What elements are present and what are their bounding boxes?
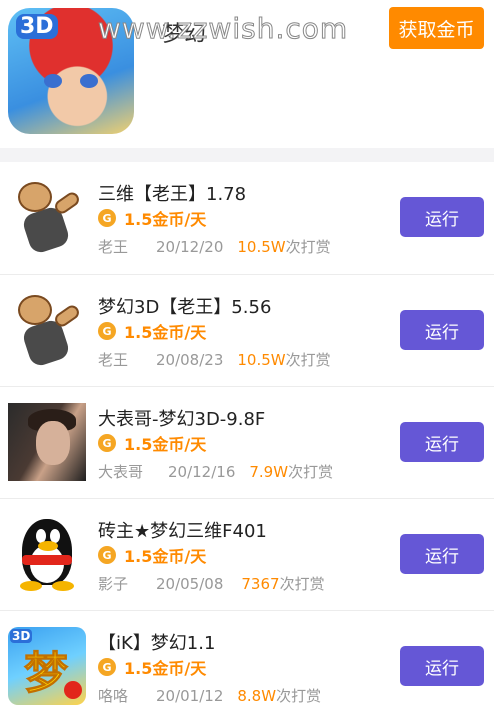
- app-icon-eye-left: [44, 74, 62, 88]
- penguin-avatar-icon: [8, 515, 86, 593]
- run-button[interactable]: 运行: [400, 646, 484, 686]
- run-button[interactable]: 运行: [400, 422, 484, 462]
- tip-suffix: 次打赏: [279, 575, 325, 593]
- run-button[interactable]: 运行: [400, 197, 484, 237]
- tip-suffix: 次打赏: [285, 238, 331, 256]
- coin-rate-row: G 1.5金币/天: [98, 319, 206, 343]
- author: 大表哥: [98, 463, 144, 481]
- get-coins-button[interactable]: 获取金币: [389, 7, 484, 49]
- date: 20/05/08: [156, 575, 224, 593]
- coin-rate-row: G 1.5金币/天: [98, 431, 206, 455]
- list-item[interactable]: 三维【老王】1.78 G 1.5金币/天 老王 20/12/20 10.5W次打赏 …: [0, 162, 494, 274]
- bear-avatar-icon: [8, 291, 86, 369]
- netease-logo-icon: [64, 681, 82, 699]
- date: 20/08/23: [156, 351, 224, 369]
- avatar-glyph: 梦: [24, 648, 69, 700]
- bear-avatar-icon: [8, 178, 86, 256]
- coin-rate: 1.5金币/天: [124, 210, 207, 229]
- coin-rate-row: G 1.5金币/天: [98, 206, 206, 230]
- coin-icon: G: [98, 322, 116, 340]
- script-meta: 大表哥 20/12/16 7.9W次打赏: [98, 461, 333, 482]
- date: 20/12/16: [168, 463, 236, 481]
- coin-rate-row: G 1.5金币/天: [98, 655, 206, 679]
- dream-game-avatar-icon: 3D 梦: [8, 627, 86, 705]
- app-icon-3d-badge: 3D: [16, 14, 58, 39]
- coin-icon: G: [98, 434, 116, 452]
- script-name: 三维【老王】1.78: [98, 184, 247, 205]
- app-icon-eye-right: [80, 74, 98, 88]
- tip-suffix: 次打赏: [285, 351, 331, 369]
- script-list: 三维【老王】1.78 G 1.5金币/天 老王 20/12/20 10.5W次打赏 …: [0, 162, 494, 720]
- section-divider: [0, 148, 494, 162]
- script-meta: 老王 20/12/20 10.5W次打赏: [98, 236, 331, 257]
- list-item[interactable]: 大表哥-梦幻3D-9.8F G 1.5金币/天 大表哥 20/12/16 7.9W次…: [0, 386, 494, 498]
- run-button[interactable]: 运行: [400, 534, 484, 574]
- author: 老王: [98, 238, 129, 256]
- coin-icon: G: [98, 546, 116, 564]
- list-item[interactable]: 砖主★梦幻三维F401 G 1.5金币/天 影子 20/05/08 7367次打赏 …: [0, 498, 494, 610]
- coin-rate: 1.5金币/天: [124, 435, 207, 454]
- run-button[interactable]: 运行: [400, 310, 484, 350]
- script-name: 砖主★梦幻三维F401: [98, 521, 267, 542]
- coin-rate-row: G 1.5金币/天: [98, 543, 206, 567]
- script-name: 梦幻3D【老王】5.56: [98, 297, 272, 318]
- script-meta: 老王 20/08/23 10.5W次打赏: [98, 349, 331, 370]
- coin-rate: 1.5金币/天: [124, 659, 207, 678]
- tip-count: 8.8W: [237, 687, 277, 705]
- list-item[interactable]: 3D 梦 【iK】梦幻1.1 G 1.5金币/天 咯咯 20/01/12 8.8W次…: [0, 610, 494, 720]
- photo-avatar-icon: [8, 403, 86, 481]
- watermark: www.zzwish.com: [97, 12, 349, 46]
- coin-icon: G: [98, 658, 116, 676]
- coin-rate: 1.5金币/天: [124, 547, 207, 566]
- script-name: 【iK】梦幻1.1: [98, 633, 216, 654]
- app-header: 3D 梦幻 www.zzwish.com 获取金币: [0, 0, 494, 148]
- tip-count: 7367: [241, 575, 280, 593]
- tip-suffix: 次打赏: [276, 687, 322, 705]
- coin-rate: 1.5金币/天: [124, 323, 207, 342]
- tip-suffix: 次打赏: [288, 463, 334, 481]
- author: 老王: [98, 351, 129, 369]
- script-meta: 影子 20/05/08 7367次打赏: [98, 573, 325, 594]
- tip-count: 10.5W: [237, 238, 286, 256]
- coin-icon: G: [98, 209, 116, 227]
- date: 20/12/20: [156, 238, 224, 256]
- author: 咯咯: [98, 687, 129, 705]
- script-name: 大表哥-梦幻3D-9.8F: [98, 409, 266, 430]
- tip-count: 10.5W: [237, 351, 286, 369]
- script-meta: 咯咯 20/01/12 8.8W次打赏: [98, 685, 321, 706]
- list-item[interactable]: 梦幻3D【老王】5.56 G 1.5金币/天 老王 20/08/23 10.5W次打…: [0, 274, 494, 386]
- author: 影子: [98, 575, 129, 593]
- date: 20/01/12: [156, 687, 224, 705]
- tip-count: 7.9W: [249, 463, 289, 481]
